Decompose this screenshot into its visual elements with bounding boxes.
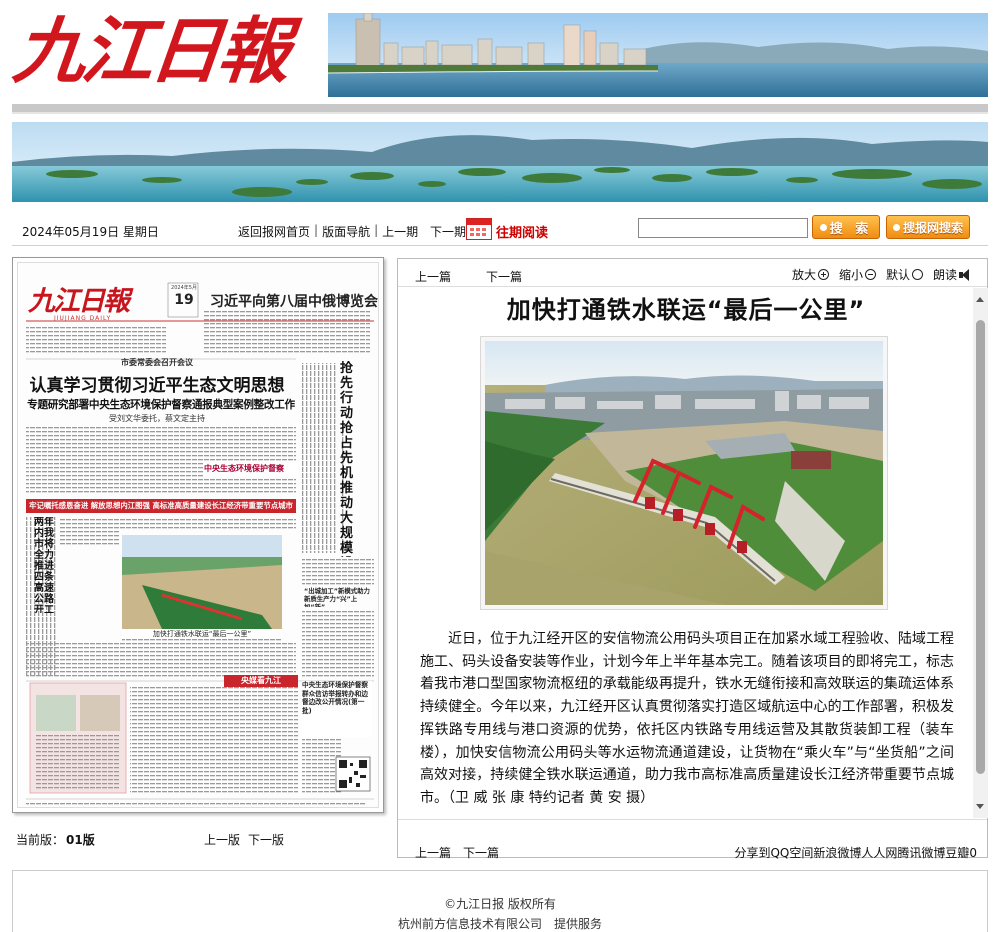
- masthead-divider: [12, 104, 988, 114]
- scroll-up-arrow-icon[interactable]: [976, 297, 984, 302]
- copyright-text: ©九江日报 版权所有: [444, 897, 556, 911]
- thumb-vertical-headline: 抢先行动抢占先机 推动大规模设备更新和消费品以旧换新取得实效: [340, 361, 354, 557]
- calendar-icon[interactable]: [466, 218, 492, 240]
- thumb-feature-label: 央媒看九江: [224, 675, 298, 687]
- thumb-date-box-day: 19: [174, 292, 194, 308]
- prev-edition-link[interactable]: 上一版: [204, 831, 240, 848]
- search-button[interactable]: 搜 索: [812, 215, 880, 239]
- next-edition-link[interactable]: 下一版: [248, 831, 284, 848]
- thumb-side-headline: 两年内我市将全力推进四条高速公路开工建设: [34, 517, 54, 613]
- front-page-panel: 九江日報 JIUJIANG DAILY 2024年5月 19 习近平向第八届中俄…: [12, 257, 384, 813]
- port-aerial-photo: [485, 341, 883, 605]
- thumb-date-box-month: 2024年5月: [171, 285, 197, 291]
- scroll-down-arrow-icon[interactable]: [976, 804, 984, 809]
- issue-navigation: 返回报网首页| 版面导航| 上一期 下一期|: [238, 223, 478, 240]
- site-search-button[interactable]: 搜报网搜索: [886, 215, 970, 239]
- masthead: 九江日報: [10, 6, 988, 102]
- article-body: 近日，位于九江经开区的安信物流公用码头项目正在加紧水域工程验收、陆域工程施工、码…: [420, 631, 954, 806]
- layout-nav-link[interactable]: 版面导航: [322, 223, 370, 240]
- shrink-button[interactable]: 缩小: [839, 266, 876, 283]
- edition-label: 当前版：: [16, 833, 65, 847]
- prev-issue-link[interactable]: 上一期: [382, 223, 418, 240]
- thumb-inspection-badge: 中央生态环境保护督察: [204, 463, 298, 477]
- edition-number: 01版: [66, 833, 95, 847]
- reading-tools: 放大 缩小 默认 朗读: [792, 266, 973, 283]
- archive-link[interactable]: 往期阅读: [496, 222, 548, 241]
- thumb-side-box-title: 中央生态环境保护督察群众信访举报转办和边督边改公开情况(第一批): [302, 681, 372, 737]
- thumb-small-heading: “出城加工”新模式助力新质生产力“兴”上加“新”: [304, 587, 370, 607]
- speaker-icon: [959, 269, 973, 281]
- bottom-next-article-link[interactable]: 下一篇: [463, 844, 499, 861]
- lake-banner-photo: [12, 122, 988, 202]
- front-page-thumbnail[interactable]: 九江日報 JIUJIANG DAILY 2024年5月 19 习近平向第八届中俄…: [17, 262, 379, 808]
- article-title: 加快打通铁水联运“最后一公里”: [506, 296, 866, 324]
- bottom-prev-article-link[interactable]: 上一篇: [415, 844, 451, 861]
- next-issue-link[interactable]: 下一期: [430, 223, 466, 240]
- next-article-link[interactable]: 下一篇: [486, 268, 522, 285]
- nav-separator: |: [374, 223, 379, 237]
- thumb-kicker: 市委常委会召开会议: [121, 358, 193, 367]
- thumb-photo-caption: 加快打通铁水联运“最后一公里”: [122, 629, 282, 639]
- article-panel: 上一篇 下一篇 放大 缩小 默认 朗读 加快打通铁水联运“最后一公里” 近日，位…: [397, 258, 988, 861]
- header-cityscape-photo: [328, 13, 988, 97]
- prev-article-link[interactable]: 上一篇: [415, 268, 451, 285]
- read-aloud-button[interactable]: 朗读: [933, 266, 973, 283]
- service-provider-text: 杭州前方信息技术有限公司 提供服务: [397, 917, 602, 931]
- site-search-dot-icon: [892, 223, 900, 231]
- scrollbar-thumb[interactable]: [976, 320, 985, 774]
- article-content[interactable]: 加快打通铁水联运“最后一公里” 近日，位于九江经开区的安信物流公用码头项目正在加…: [398, 288, 974, 818]
- zoom-out-icon: [864, 269, 876, 280]
- nav-separator: [422, 223, 426, 240]
- thumb-main-headline-1: 认真学习贯彻习近平生态文明思想: [29, 376, 285, 396]
- home-link[interactable]: 返回报网首页: [238, 223, 310, 240]
- thumb-logo: 九江日報: [28, 286, 130, 317]
- thumb-headline-top: 习近平向第八届中俄博览会致贺信: [210, 294, 378, 310]
- footer: ©九江日报 版权所有 杭州前方信息技术有限公司 提供服务: [12, 870, 988, 932]
- article-scrollbar[interactable]: [973, 288, 988, 818]
- default-size-button[interactable]: 默认: [886, 266, 923, 283]
- issue-date: 2024年05月19日 星期日: [22, 225, 159, 239]
- search-input[interactable]: [638, 218, 808, 238]
- search-dot-icon: [819, 223, 827, 231]
- article-top-bar: 上一篇 下一篇 放大 缩小 默认 朗读: [398, 259, 987, 287]
- thumb-logo-en: JIUJIANG DAILY: [54, 315, 112, 322]
- article-photo[interactable]: [480, 336, 888, 610]
- toolbar: 2024年05月19日 星期日 返回报网首页| 版面导航| 上一期 下一期| 往…: [12, 212, 988, 246]
- thumb-red-banner: 牢记嘱托感恩奋进 解放思想内江图强 高标准高质量建设长江经济带重要节点城市: [29, 501, 293, 510]
- article-bottom-bar: 上一篇 下一篇 分享到QQ空间新浪微博人人网腾讯微博豆瓣0: [398, 819, 987, 861]
- reset-circle-icon: [911, 269, 923, 280]
- newspaper-logo[interactable]: 九江日報: [10, 8, 314, 94]
- nav-separator: |: [314, 223, 319, 237]
- edition-bar: 当前版： 01版 上一版 下一版: [12, 828, 384, 848]
- enlarge-button[interactable]: 放大: [792, 266, 829, 283]
- zoom-in-icon: [817, 269, 829, 280]
- thumb-byline: 受刘文华委托，蔡文定主持: [109, 414, 205, 423]
- share-links[interactable]: 分享到QQ空间新浪微博人人网腾讯微博豆瓣0: [734, 844, 977, 861]
- thumb-main-headline-2: 专题研究部署中央生态环境保护督察通报典型案例整改工作: [27, 399, 295, 411]
